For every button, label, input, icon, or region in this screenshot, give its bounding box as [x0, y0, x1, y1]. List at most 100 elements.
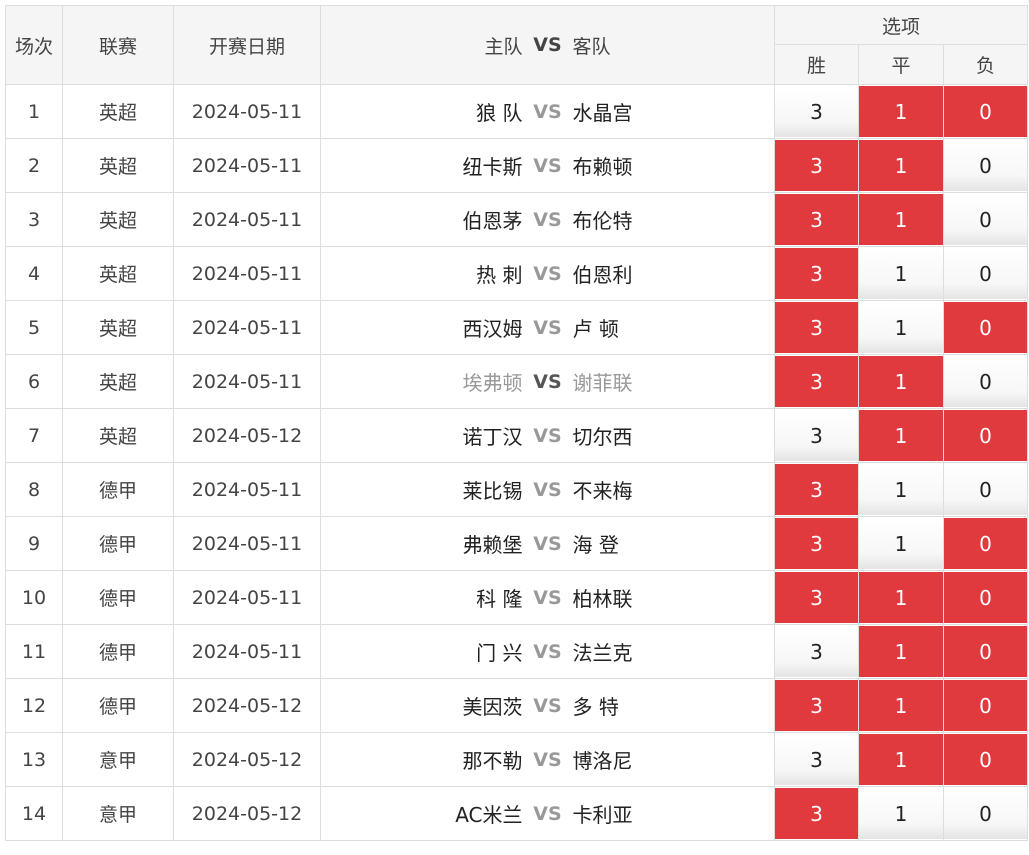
option-win-button[interactable]: 3: [775, 140, 858, 191]
table-row: 14 意甲 2024-05-12 AC米兰 VS 卡利亚 3 1 0: [5, 786, 1029, 841]
option-lose-button[interactable]: 0: [944, 788, 1028, 839]
match-teams: AC米兰 VS 卡利亚: [320, 786, 775, 841]
col-header-away: 客队: [572, 35, 611, 58]
vs-label: VS: [533, 586, 562, 609]
option-draw-button[interactable]: 1: [859, 194, 943, 245]
option-draw-cell: 1: [858, 462, 944, 517]
table-body: 1 英超 2024-05-11 狼 队 VS 水晶宫 3 1 0 2 英超 20…: [5, 84, 1029, 841]
option-win-button[interactable]: 3: [775, 626, 858, 677]
table-header: 场次 联赛 开赛日期 主队 VS 客队 选项 胜 平 负: [5, 5, 1029, 85]
option-draw-button[interactable]: 1: [859, 410, 943, 461]
option-win-cell: 3: [774, 732, 859, 787]
option-draw-button[interactable]: 1: [859, 680, 943, 731]
option-win-button[interactable]: 3: [775, 680, 858, 731]
option-lose-button[interactable]: 0: [944, 626, 1028, 677]
col-header-date: 开赛日期: [173, 5, 321, 85]
option-win-button[interactable]: 3: [775, 410, 858, 461]
option-lose-cell: 0: [942, 732, 1029, 787]
option-lose-cell: 0: [942, 624, 1029, 679]
vs-label: VS: [533, 154, 562, 177]
option-lose-cell: 0: [942, 300, 1029, 355]
option-lose-button[interactable]: 0: [944, 410, 1028, 461]
match-number: 4: [5, 246, 63, 301]
option-win-button[interactable]: 3: [775, 464, 858, 515]
option-lose-button[interactable]: 0: [944, 356, 1028, 407]
option-draw-button[interactable]: 1: [859, 248, 943, 299]
league-name: 英超: [62, 354, 174, 409]
option-lose-button[interactable]: 0: [944, 734, 1028, 785]
table-row: 13 意甲 2024-05-12 那不勒 VS 博洛尼 3 1 0: [5, 732, 1029, 787]
col-header-win: 胜: [774, 44, 859, 85]
league-name: 英超: [62, 192, 174, 247]
option-win-button[interactable]: 3: [775, 302, 858, 353]
option-lose-button[interactable]: 0: [944, 194, 1028, 245]
option-draw-button[interactable]: 1: [859, 572, 943, 623]
match-number: 2: [5, 138, 63, 193]
col-header-home: 主队: [484, 35, 523, 58]
match-date: 2024-05-12: [173, 786, 321, 841]
vs-label: VS: [533, 316, 562, 339]
option-draw-button[interactable]: 1: [859, 302, 943, 353]
option-win-cell: 3: [774, 84, 859, 139]
option-win-button[interactable]: 3: [775, 356, 858, 407]
option-lose-button[interactable]: 0: [944, 572, 1028, 623]
option-draw-cell: 1: [858, 408, 944, 463]
option-win-button[interactable]: 3: [775, 572, 858, 623]
option-draw-button[interactable]: 1: [859, 464, 943, 515]
option-lose-button[interactable]: 0: [944, 86, 1028, 137]
option-win-button[interactable]: 3: [775, 86, 858, 137]
option-win-button[interactable]: 3: [775, 194, 858, 245]
col-header-options: 选项: [773, 5, 1029, 45]
option-lose-cell: 0: [942, 354, 1029, 409]
option-lose-button[interactable]: 0: [944, 140, 1028, 191]
home-team: 美因茨: [462, 695, 523, 719]
option-lose-cell: 0: [942, 138, 1029, 193]
option-draw-cell: 1: [858, 246, 944, 301]
league-name: 德甲: [62, 462, 174, 517]
option-draw-cell: 1: [858, 516, 944, 571]
match-date: 2024-05-11: [173, 84, 321, 139]
home-team: 埃弗顿: [462, 371, 523, 395]
away-team: 布赖顿: [572, 155, 633, 179]
option-win-button[interactable]: 3: [775, 518, 858, 569]
option-lose-button[interactable]: 0: [944, 464, 1028, 515]
option-draw-button[interactable]: 1: [859, 734, 943, 785]
option-draw-cell: 1: [858, 570, 944, 625]
option-draw-button[interactable]: 1: [859, 518, 943, 569]
match-date: 2024-05-12: [173, 408, 321, 463]
home-team: 西汉姆: [462, 317, 523, 341]
league-name: 意甲: [62, 732, 174, 787]
match-number: 13: [5, 732, 63, 787]
option-win-cell: 3: [774, 138, 859, 193]
home-team: 科 隆: [476, 587, 523, 611]
option-draw-button[interactable]: 1: [859, 626, 943, 677]
match-date: 2024-05-11: [173, 516, 321, 571]
option-lose-cell: 0: [942, 84, 1029, 139]
vs-label: VS: [533, 478, 562, 501]
option-win-button[interactable]: 3: [775, 734, 858, 785]
option-draw-button[interactable]: 1: [859, 140, 943, 191]
option-win-cell: 3: [774, 462, 859, 517]
match-number: 12: [5, 678, 63, 733]
vs-label: VS: [533, 694, 562, 717]
option-lose-button[interactable]: 0: [944, 302, 1028, 353]
home-team: AC米兰: [455, 803, 523, 827]
option-draw-button[interactable]: 1: [859, 788, 943, 839]
option-win-button[interactable]: 3: [775, 248, 858, 299]
option-lose-button[interactable]: 0: [944, 518, 1028, 569]
option-lose-button[interactable]: 0: [944, 680, 1028, 731]
option-win-button[interactable]: 3: [775, 788, 858, 839]
option-draw-button[interactable]: 1: [859, 86, 943, 137]
option-lose-button[interactable]: 0: [944, 248, 1028, 299]
league-name: 德甲: [62, 624, 174, 679]
table-row: 1 英超 2024-05-11 狼 队 VS 水晶宫 3 1 0: [5, 84, 1029, 139]
away-team: 不来梅: [572, 479, 633, 503]
match-teams: 科 隆 VS 柏林联: [320, 570, 775, 625]
away-team: 谢菲联: [572, 371, 633, 395]
option-lose-cell: 0: [942, 678, 1029, 733]
home-team: 莱比锡: [462, 479, 523, 503]
option-draw-button[interactable]: 1: [859, 356, 943, 407]
vs-label: VS: [533, 370, 562, 393]
match-teams: 伯恩茅 VS 布伦特: [320, 192, 775, 247]
away-team: 卡利亚: [572, 803, 633, 827]
